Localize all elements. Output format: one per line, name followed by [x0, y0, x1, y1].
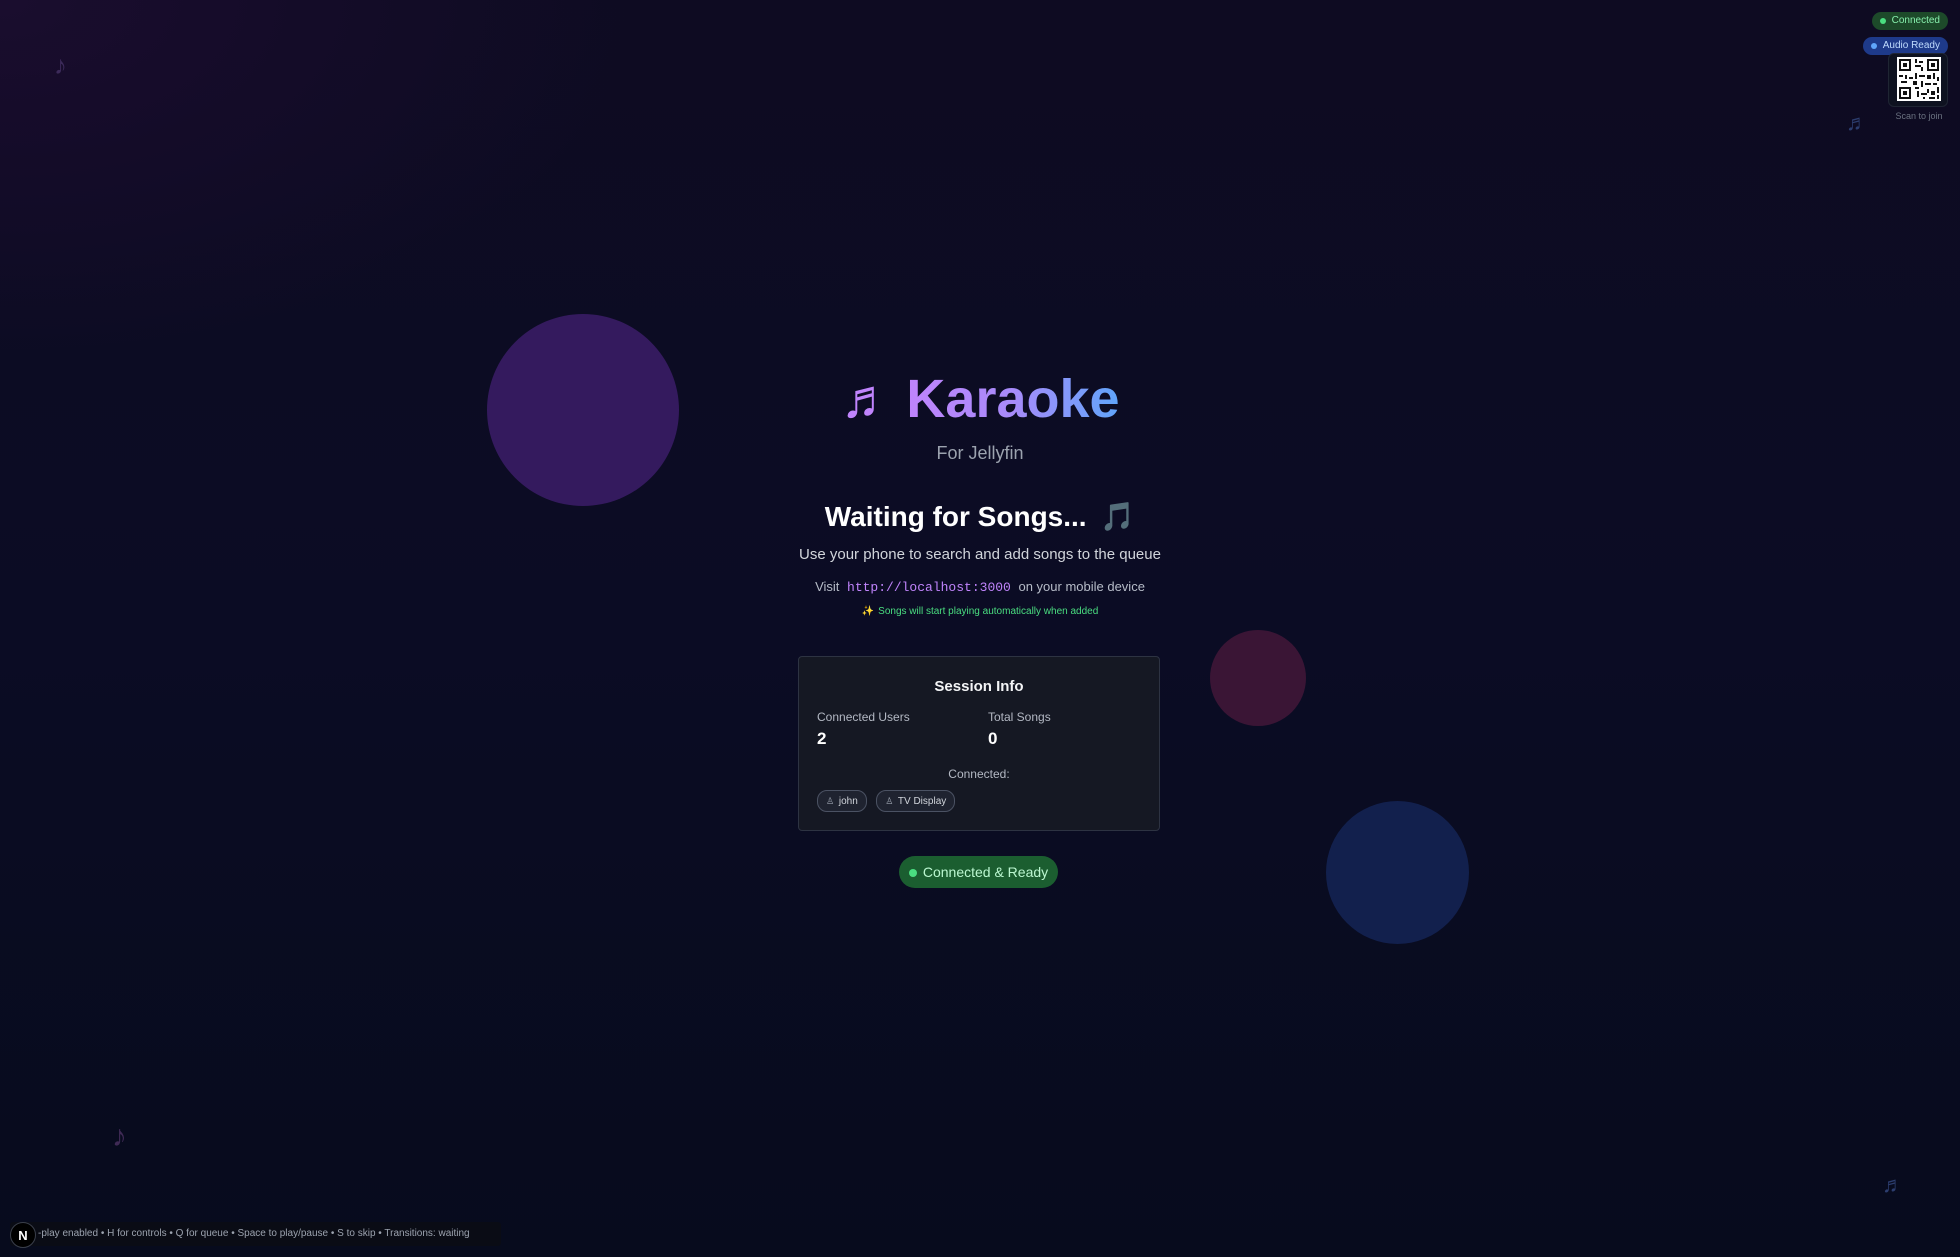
status-dot-icon	[1879, 18, 1886, 24]
app-subtitle: For Jellyfin	[936, 443, 1024, 463]
user-icon: ♙	[826, 796, 835, 806]
connected-list-label: Connected:	[948, 767, 1010, 781]
music-notes-icon: ♬	[840, 369, 895, 429]
ready-status-badge: Connected & Ready	[899, 856, 1058, 888]
connected-users-stat: Connected Users 2	[817, 710, 910, 749]
visit-suffix: on your mobile device	[1018, 579, 1145, 594]
music-note-icon: ♪	[54, 50, 67, 80]
user-chip: ♙ TV Display	[876, 790, 956, 812]
join-qr-code	[1888, 53, 1948, 107]
dev-tools-logo-button[interactable]: N	[10, 1222, 36, 1248]
ready-status-label: Connected & Ready	[922, 864, 1049, 880]
waiting-heading: Waiting for Songs... 🎵	[0, 500, 1960, 533]
visit-prefix: Visit	[815, 579, 840, 594]
user-icon: ♙	[885, 796, 894, 806]
sparkles-icon: ✨	[861, 606, 875, 617]
qr-caption: Scan to join	[1895, 111, 1943, 121]
instruction-text: Use your phone to search and add songs t…	[799, 546, 1161, 563]
total-songs-stat: Total Songs 0	[988, 710, 1051, 749]
connected-users-value: 2	[817, 729, 827, 748]
user-chip-name: john	[838, 796, 858, 807]
status-dot-icon	[1870, 43, 1877, 49]
user-chip: ♙ john	[817, 790, 867, 812]
audio-status-label: Audio Ready	[1882, 40, 1940, 51]
qr-code-icon	[1897, 57, 1941, 101]
musical-note-icon: 🎵	[1100, 501, 1136, 532]
connected-users-list: ♙ john ♙ TV Display	[817, 790, 960, 812]
connection-status-badge: Connected	[1871, 12, 1948, 30]
music-note-icon: ♪	[112, 1120, 127, 1153]
session-info-card: Session Info Connected Users 2 Total Son…	[798, 656, 1160, 831]
connection-status-label: Connected	[1891, 15, 1940, 26]
autoplay-note: ✨ Songs will start playing automatically …	[0, 606, 1960, 617]
music-notes-icon: ♬	[1882, 1172, 1904, 1197]
keyboard-shortcuts-bar: -play enabled • H for controls • Q for q…	[10, 1222, 501, 1246]
total-songs-label: Total Songs	[988, 710, 1051, 724]
user-chip-name: TV Display	[897, 796, 947, 807]
visit-line: Visit http://localhost:3000 on your mobi…	[0, 579, 1960, 595]
app-title-text: Karaoke	[906, 369, 1120, 429]
app-title: ♬ Karaoke	[0, 364, 1960, 434]
join-url-link[interactable]: http://localhost:3000	[847, 580, 1011, 595]
decor-circle-pink	[1210, 630, 1306, 726]
decor-circle-blue	[1326, 801, 1469, 944]
waiting-heading-text: Waiting for Songs...	[824, 501, 1087, 532]
keyboard-shortcuts-text: -play enabled • H for controls • Q for q…	[38, 1228, 470, 1239]
music-notes-icon: ♬	[1846, 110, 1868, 135]
connected-users-label: Connected Users	[817, 710, 910, 724]
session-info-title: Session Info	[934, 678, 1024, 695]
total-songs-value: 0	[988, 729, 998, 748]
status-dot-icon	[908, 869, 917, 877]
autoplay-note-text: Songs will start playing automatically w…	[878, 606, 1099, 617]
